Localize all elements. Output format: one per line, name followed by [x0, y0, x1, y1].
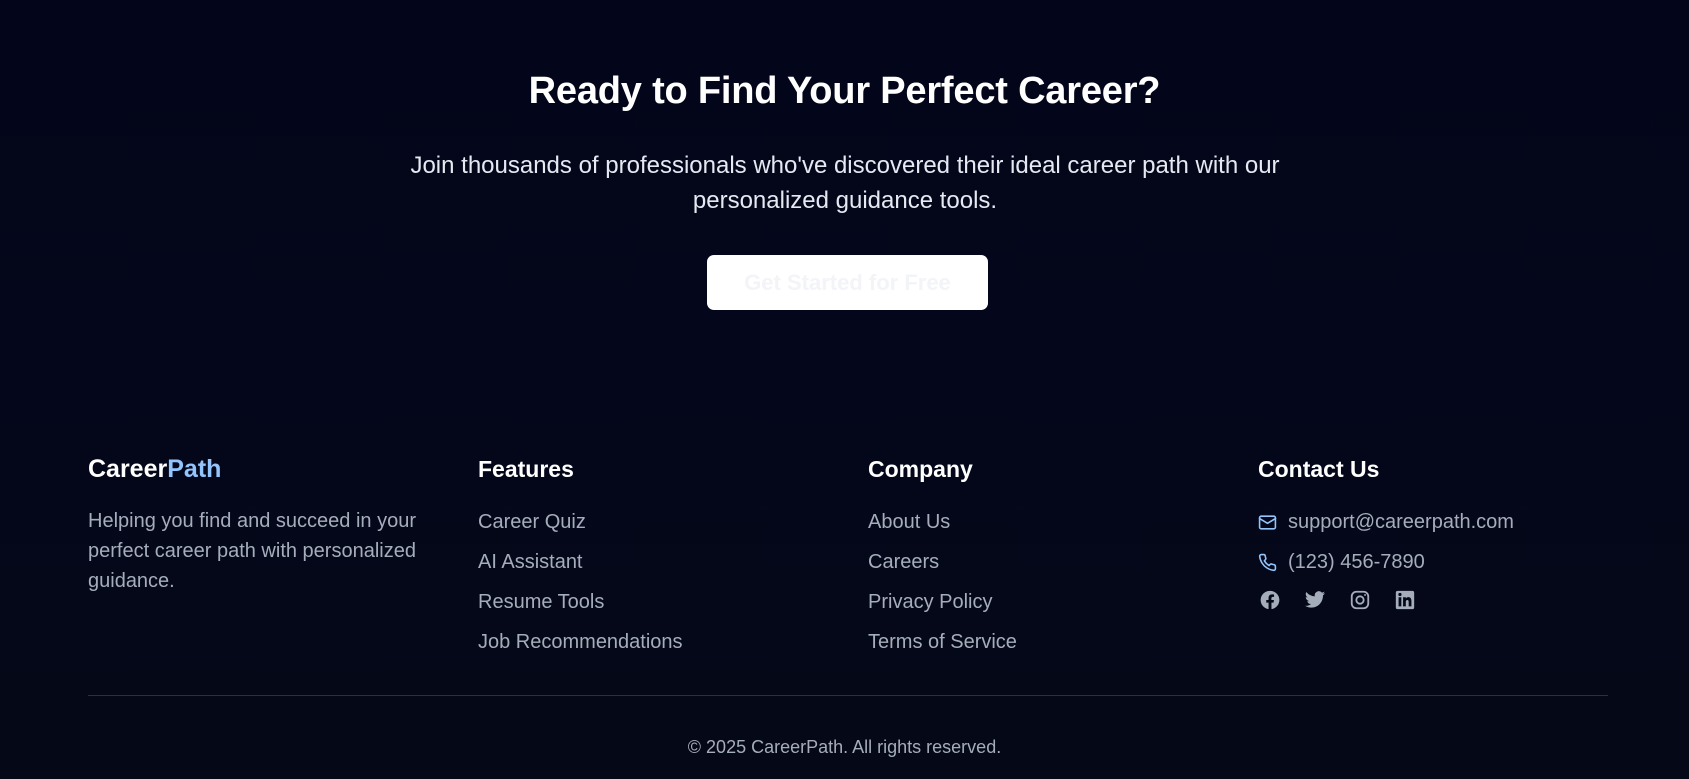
- cta-section: Ready to Find Your Perfect Career? Join …: [0, 0, 1689, 400]
- phone-icon: [1258, 553, 1277, 571]
- list-item: Privacy Policy: [868, 582, 1228, 622]
- company-link-list: About Us Careers Privacy Policy Terms of…: [868, 502, 1228, 662]
- footer-link-job-recommendations[interactable]: Job Recommendations: [478, 631, 683, 653]
- brand-logo-part2: Path: [167, 455, 222, 483]
- list-item: AI Assistant: [478, 542, 838, 582]
- instagram-icon[interactable]: [1348, 588, 1372, 612]
- twitter-icon[interactable]: [1303, 588, 1327, 612]
- list-item: About Us: [868, 502, 1228, 542]
- cta-title: Ready to Find Your Perfect Career?: [528, 70, 1161, 112]
- footer-link-careers[interactable]: Careers: [868, 551, 939, 573]
- contact-email-row: support@careerpath.com: [1258, 502, 1608, 542]
- footer-features-column: Features Career Quiz AI Assistant Resume…: [478, 450, 838, 662]
- brand-logo[interactable]: CareerPath: [88, 450, 428, 488]
- brand-logo-part1: Career: [88, 455, 168, 483]
- linkedin-icon[interactable]: [1393, 588, 1417, 612]
- facebook-icon[interactable]: [1258, 588, 1282, 612]
- contact-phone-row: (123) 456-7890: [1258, 542, 1608, 582]
- cta-subtitle: Join thousands of professionals who've d…: [410, 152, 1280, 214]
- contact-list: support@careerpath.com (123) 456-7890: [1258, 502, 1608, 582]
- get-started-button[interactable]: Get Started for Free: [707, 255, 988, 310]
- list-item: Career Quiz: [478, 502, 838, 542]
- social-links: [1258, 588, 1608, 612]
- contact-heading: Contact Us: [1258, 456, 1380, 482]
- footer-link-terms-of-service[interactable]: Terms of Service: [868, 631, 1017, 653]
- list-item: Resume Tools: [478, 582, 838, 622]
- contact-email-link[interactable]: support@careerpath.com: [1288, 511, 1514, 534]
- copyright: © 2025 CareerPath. All rights reserved.: [687, 737, 1002, 757]
- footer-link-ai-assistant[interactable]: AI Assistant: [478, 551, 583, 573]
- features-link-list: Career Quiz AI Assistant Resume Tools Jo…: [478, 502, 838, 662]
- contact-phone: (123) 456-7890: [1288, 550, 1425, 573]
- features-heading: Features: [478, 456, 574, 482]
- footer-divider: [88, 695, 1608, 696]
- mail-icon: [1258, 514, 1277, 530]
- footer-link-resume-tools[interactable]: Resume Tools: [478, 591, 604, 613]
- footer-link-about-us[interactable]: About Us: [868, 511, 950, 533]
- company-heading: Company: [868, 456, 973, 482]
- list-item: Careers: [868, 542, 1228, 582]
- footer-brand-column: CareerPath Helping you find and succeed …: [88, 450, 428, 596]
- footer-link-privacy-policy[interactable]: Privacy Policy: [868, 591, 992, 613]
- page: Ready to Find Your Perfect Career? Join …: [0, 0, 1689, 779]
- footer-company-column: Company About Us Careers Privacy Policy …: [868, 450, 1228, 662]
- brand-description: Helping you find and succeed in your per…: [88, 510, 416, 592]
- footer-link-career-quiz[interactable]: Career Quiz: [478, 511, 586, 533]
- list-item: Terms of Service: [868, 622, 1228, 662]
- list-item: Job Recommendations: [478, 622, 838, 662]
- footer-contact-column: Contact Us support@careerpath.com (123) …: [1258, 450, 1608, 612]
